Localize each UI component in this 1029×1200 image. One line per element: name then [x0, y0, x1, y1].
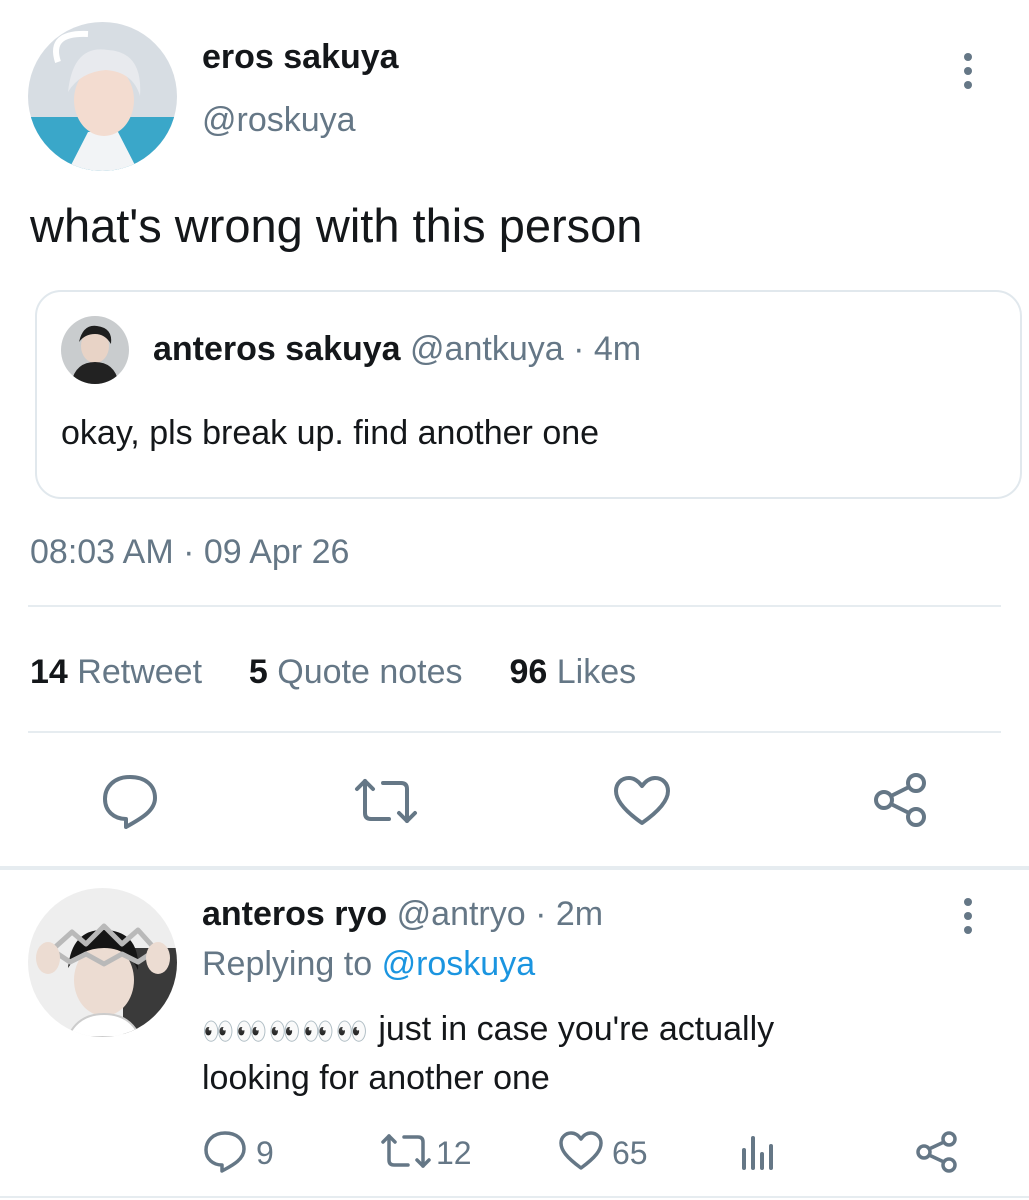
tweet-text: what's wrong with this person [30, 199, 643, 252]
retweet-label: Retweet [77, 653, 203, 691]
analytics-icon[interactable] [740, 1134, 776, 1172]
quote-count: 5 [248, 653, 268, 691]
tweet-separator [0, 866, 1029, 870]
retweet-action[interactable]: 12 [380, 1130, 472, 1176]
display-name[interactable]: eros sakuya [202, 38, 399, 77]
retweet-icon [380, 1131, 432, 1176]
more-options-icon[interactable] [958, 897, 978, 937]
retweet-icon[interactable] [353, 775, 419, 827]
likes-stat[interactable]: 96 Likes [509, 653, 636, 691]
quote-stat[interactable]: 5 Quote notes [249, 653, 472, 691]
quoted-handle[interactable]: @antkuya [410, 330, 564, 368]
retweet-stat[interactable]: 14 Retweet [30, 653, 211, 691]
quoted-avatar[interactable] [61, 316, 129, 384]
retweet-count: 14 [30, 653, 68, 691]
share-icon[interactable] [872, 771, 930, 829]
likes-label: Likes [556, 653, 637, 691]
likes-count: 96 [509, 653, 548, 691]
reply-icon [202, 1129, 248, 1178]
reply-display-name[interactable]: anteros ryo [202, 895, 387, 933]
divider [28, 731, 1001, 733]
reply-count: 9 [256, 1134, 274, 1171]
quoted-display-name[interactable]: anteros sakuya [153, 330, 401, 368]
reply-icon[interactable] [100, 772, 160, 830]
heart-icon [558, 1130, 604, 1176]
quoted-header: anteros sakuya @antkuya · 4m [153, 330, 641, 369]
reply-text: 👀👀👀👀👀 just in case you're actually looki… [202, 1006, 1022, 1101]
user-handle[interactable]: @roskuya [202, 101, 356, 140]
heart-icon[interactable] [612, 775, 672, 827]
quoted-time: 4m [593, 330, 642, 368]
reply-action[interactable]: 9 [202, 1130, 274, 1176]
tweet-timestamp[interactable]: 08:03 AM · 09 Apr 26 [30, 533, 349, 572]
reply-time-separator: · [535, 895, 547, 933]
divider [28, 605, 1001, 607]
avatar[interactable] [28, 888, 177, 1037]
quote-label: Quote notes [277, 653, 463, 691]
more-options-icon[interactable] [958, 52, 978, 92]
share-icon[interactable] [915, 1130, 959, 1174]
replying-to-handle[interactable]: @roskuya [382, 945, 536, 983]
reply-handle[interactable]: @antryo [397, 895, 526, 933]
bottom-divider [0, 1196, 1029, 1198]
eyes-emoji: 👀👀👀👀👀 [202, 1017, 369, 1047]
reply-text-line1: just in case you're actually [368, 1010, 775, 1048]
retweet-count: 12 [436, 1134, 472, 1171]
replying-to: Replying to @roskuya [202, 945, 535, 984]
like-count: 65 [612, 1134, 648, 1171]
reply-time: 2m [555, 895, 604, 933]
avatar[interactable] [28, 22, 177, 171]
like-action[interactable]: 65 [558, 1130, 648, 1176]
quoted-text: okay, pls break up. find another one [61, 414, 600, 452]
stats-row: 14 Retweet 5 Quote notes 96 Likes [30, 653, 636, 692]
quoted-time-separator: · [573, 330, 585, 368]
reply-header: anteros ryo @antryo · 2m [202, 895, 603, 934]
quoted-tweet-card[interactable]: anteros sakuya @antkuya · 4m okay, pls b… [35, 290, 1022, 499]
reply-text-line2: looking for another one [202, 1059, 550, 1097]
replying-to-label: Replying to [202, 945, 373, 983]
